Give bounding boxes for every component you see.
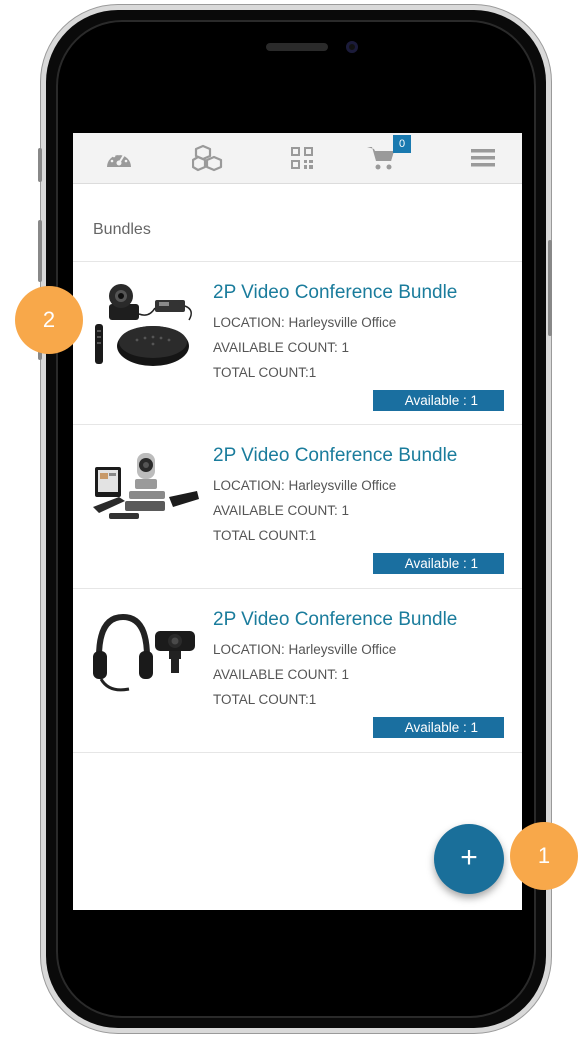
divider [73,752,522,753]
dashboard-icon[interactable] [101,143,137,173]
menu-icon[interactable] [465,143,501,173]
availability-badge: Available : 1 [373,390,504,411]
phone-volume-up [38,220,42,282]
top-navigation-bar: 0 [73,133,522,184]
bundle-total-count: TOTAL COUNT:1 [213,528,317,543]
bundle-title[interactable]: 2P Video Conference Bundle [213,282,457,304]
list-item[interactable]: 2P Video Conference Bundle LOCATION: Har… [73,262,522,425]
bundle-title[interactable]: 2P Video Conference Bundle [213,445,457,467]
app-screen: 0 Bundles 2P Video Conference Bundle LOC… [73,133,522,910]
bundle-available-count: AVAILABLE COUNT: 1 [213,667,350,682]
bundle-total-count: TOTAL COUNT:1 [213,365,317,380]
bundle-location: LOCATION: Harleysville Office [213,642,397,657]
availability-badge: Available : 1 [373,553,504,574]
bundle-available-count: AVAILABLE COUNT: 1 [213,503,350,518]
bundle-total-count: TOTAL COUNT:1 [213,692,317,707]
availability-badge: Available : 1 [373,717,504,738]
list-item[interactable]: 2P Video Conference Bundle LOCATION: Har… [73,425,522,588]
qr-code-icon[interactable] [284,143,320,173]
callout-marker: 1 [510,822,578,890]
bundle-title[interactable]: 2P Video Conference Bundle [213,609,457,631]
page-title: Bundles [93,221,151,238]
callout-marker: 2 [15,286,83,354]
list-item[interactable]: 2P Video Conference Bundle LOCATION: Har… [73,589,522,752]
phone-mute-switch [38,148,42,182]
bundle-thumbnail-image [95,284,192,366]
phone-camera [346,41,358,53]
phone-speaker [266,43,328,51]
bundle-thumbnail-image [93,613,195,692]
bundle-location: LOCATION: Harleysville Office [213,478,397,493]
cubes-icon[interactable] [191,143,227,173]
phone-power-button [548,240,552,336]
cart-count-badge: 0 [393,135,411,153]
bundle-thumbnail-image [93,453,199,519]
add-bundle-button[interactable]: + [434,824,504,894]
bundle-available-count: AVAILABLE COUNT: 1 [213,340,350,355]
bundle-location: LOCATION: Harleysville Office [213,315,397,330]
